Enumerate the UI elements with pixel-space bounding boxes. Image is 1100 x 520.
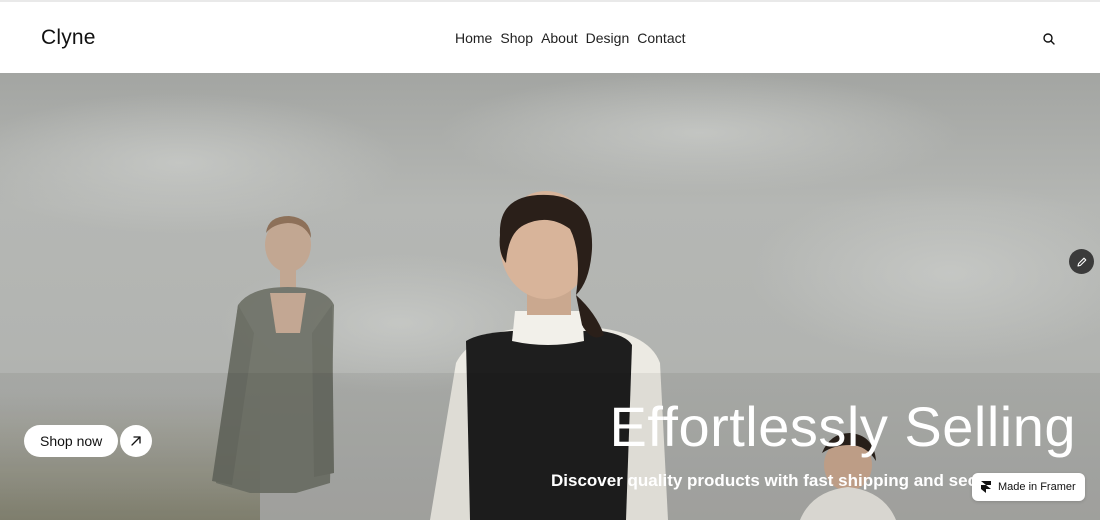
nav-contact[interactable]: Contact xyxy=(637,30,685,46)
pencil-icon xyxy=(1076,257,1086,267)
brand-logo[interactable]: Clyne xyxy=(41,26,96,50)
arrow-up-right-icon xyxy=(131,436,141,446)
nav-shop[interactable]: Shop xyxy=(500,30,533,46)
main-nav: Home Shop About Design Contact xyxy=(455,30,686,46)
badge-label: Made in Framer xyxy=(998,481,1076,493)
framer-logo-icon xyxy=(981,481,991,493)
nav-home[interactable]: Home xyxy=(455,30,492,46)
edit-button[interactable] xyxy=(1069,249,1094,274)
site-header: Clyne Home Shop About Design Contact xyxy=(0,2,1100,73)
hero-title: Effortlessly Selling xyxy=(609,395,1076,458)
nav-about[interactable]: About xyxy=(541,30,578,46)
shop-now-group: Shop now xyxy=(24,425,153,457)
shop-now-button[interactable]: Shop now xyxy=(24,425,119,457)
made-in-framer-badge[interactable]: Made in Framer xyxy=(972,473,1085,501)
search-icon xyxy=(1043,33,1055,45)
shop-now-arrow-button[interactable] xyxy=(120,425,153,457)
search-button[interactable] xyxy=(1040,30,1058,48)
hero-section: Effortlessly Selling Discover quality pr… xyxy=(0,73,1100,520)
nav-design[interactable]: Design xyxy=(586,30,630,46)
hero-subtitle: Discover quality products with fast ship… xyxy=(551,471,978,490)
